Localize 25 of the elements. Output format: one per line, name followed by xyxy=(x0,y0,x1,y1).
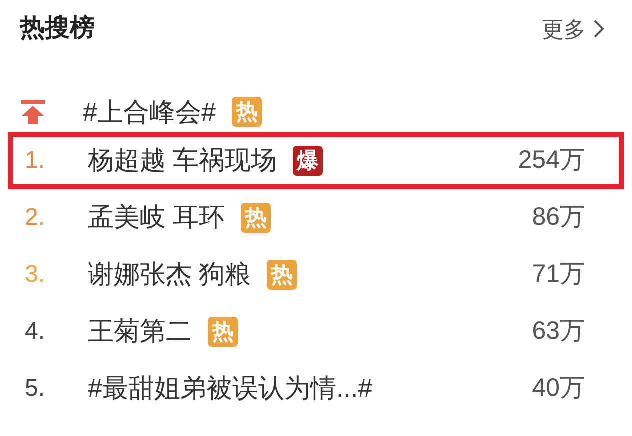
search-count: 254万 xyxy=(518,144,585,176)
pin-top-icon xyxy=(20,99,46,125)
hot-badge: 热 xyxy=(267,260,298,290)
topic-text[interactable]: 杨超越 车祸现场 xyxy=(88,141,278,180)
topic-text[interactable]: 王菊第二 xyxy=(88,312,192,351)
rank-number: 2. xyxy=(25,202,46,232)
rank-number: 5. xyxy=(25,374,46,404)
hot-badge: 爆 xyxy=(293,146,324,176)
search-count: 40万 xyxy=(532,372,585,404)
rank-number: 3. xyxy=(25,260,46,290)
topic-text[interactable]: 孟美岐 耳环 xyxy=(88,198,226,237)
search-count: 86万 xyxy=(532,202,585,233)
topic-text[interactable]: 谢娜张杰 狗粮 xyxy=(88,255,252,294)
search-count: 63万 xyxy=(532,316,585,347)
hot-badge: 热 xyxy=(241,202,272,232)
more-link[interactable]: 更多 xyxy=(542,12,604,46)
rank-number: 4. xyxy=(25,316,46,346)
panel-title: 热搜榜 xyxy=(20,13,95,44)
hot-badge: 热 xyxy=(208,316,238,346)
search-count: 71万 xyxy=(532,258,585,290)
topic-text[interactable]: #上合峰会# xyxy=(83,92,216,132)
topic-text[interactable]: #最甜姐弟被误认为情...# xyxy=(88,369,373,408)
chevron-right-icon xyxy=(594,20,604,38)
rank-number: 1. xyxy=(25,146,46,176)
hot-badge: 热 xyxy=(232,97,262,127)
